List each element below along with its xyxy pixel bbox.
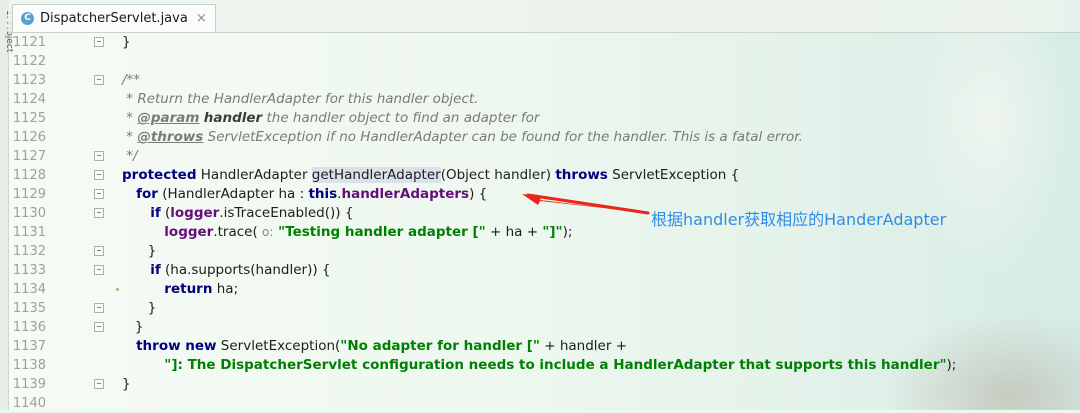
- annotation-text: 根据handler获取相应的HanderAdapter: [651, 210, 947, 229]
- annotation-arrow-icon: [522, 193, 650, 215]
